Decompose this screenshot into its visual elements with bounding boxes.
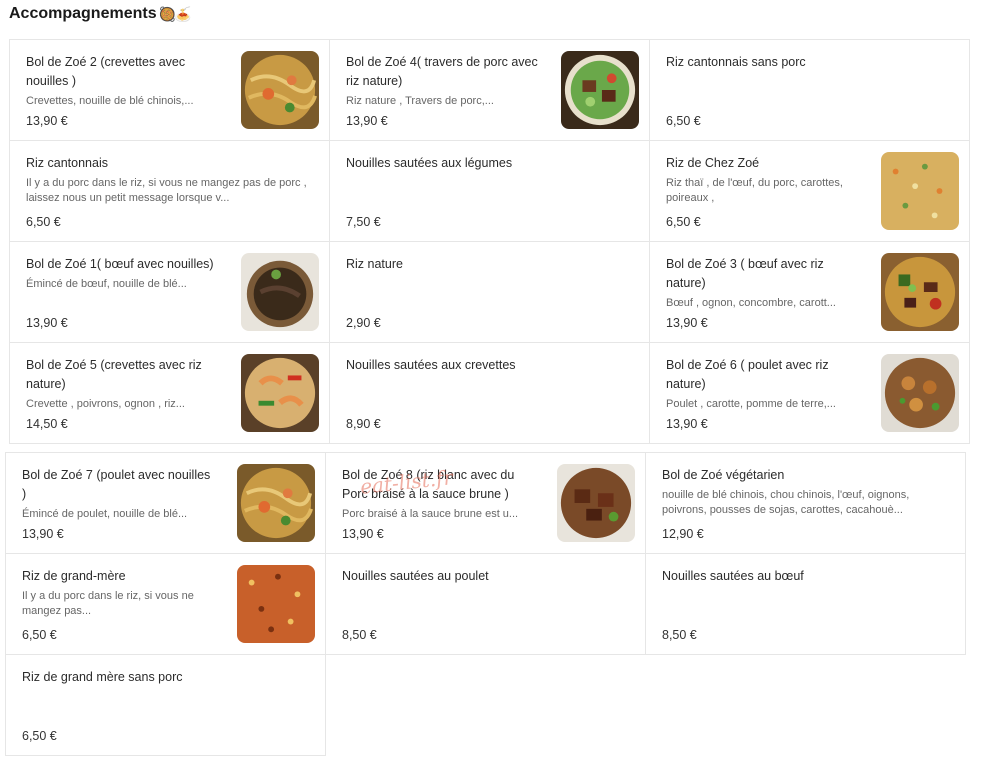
menu-item-name: Riz nature [346, 257, 403, 271]
menu-item-name: Nouilles sautées au bœuf [662, 569, 804, 583]
menu-item-price: 13,90 € [26, 316, 68, 330]
menu-item-price: 6,50 € [22, 729, 57, 743]
menu-item-price: 6,50 € [666, 215, 701, 229]
menu-item-price: 2,90 € [346, 316, 381, 330]
menu-item-photo[interactable] [881, 152, 959, 230]
menu-item-description: Crevettes, nouille de blé chinois,... [26, 95, 194, 107]
menu-item-riz-nature[interactable]: Riz nature 2,90 € [330, 242, 650, 343]
menu-item-text: Nouilles sautées au bœuf [662, 567, 949, 586]
menu-item-description: Riz thaï , de l'œuf, du porc, carottes, … [666, 177, 843, 204]
menu-item-name: Nouilles sautées au poulet [342, 569, 489, 583]
menu-item-bol-de-zoe-2-crevettes-avec-nouilles[interactable]: Bol de Zoé 2 (crevettes avec nouilles ) C… [10, 40, 330, 141]
menu-item-text: Nouilles sautées aux crevettes [346, 356, 633, 375]
menu-item-name: Bol de Zoé 7 (poulet avec nouilles ) [22, 468, 211, 501]
menu-item-name: Riz cantonnais [26, 156, 108, 170]
menu-item-text: Bol de Zoé végétarien nouille de blé chin… [662, 466, 949, 518]
menu-item-price: 8,50 € [342, 628, 377, 642]
menu-item-price: 6,50 € [666, 114, 701, 128]
menu-item-nouilles-sautees-aux-crevettes[interactable]: Nouilles sautées aux crevettes 8,90 € [330, 343, 650, 444]
menu-item-price: 6,50 € [26, 215, 61, 229]
menu-item-bol-de-zoe-vegetarien[interactable]: Bol de Zoé végétarien nouille de blé chin… [646, 453, 966, 554]
menu-item-description: Émincé de bœuf, nouille de blé... [26, 278, 187, 290]
menu-item-photo[interactable] [561, 51, 639, 129]
menu-item-bol-de-zoe-4-travers-de-porc-avec-riz-na[interactable]: Bol de Zoé 4( travers de porc avec riz n… [330, 40, 650, 141]
menu-item-photo[interactable] [241, 253, 319, 331]
menu-item-bol-de-zoe-8-riz-blanc-avec-du-porc-brai[interactable]: Bol de Zoé 8 (riz blanc avec du Porc bra… [326, 453, 646, 554]
menu-item-name: Bol de Zoé 2 (crevettes avec nouilles ) [26, 55, 186, 88]
menu-item-nouilles-sautees-au-poulet[interactable]: Nouilles sautées au poulet 8,50 € [326, 554, 646, 655]
menu-item-bol-de-zoe-7-poulet-avec-nouilles[interactable]: Bol de Zoé 7 (poulet avec nouilles ) Émin… [6, 453, 326, 554]
menu-item-description: Bœuf , ognon, concombre, carott... [666, 297, 836, 309]
menu-item-photo[interactable] [881, 253, 959, 331]
menu-item-price: 13,90 € [342, 527, 384, 541]
menu-item-price: 13,90 € [666, 316, 708, 330]
menu-item-price: 6,50 € [22, 628, 57, 642]
menu-item-bol-de-zoe-1-b-uf-avec-nouilles[interactable]: Bol de Zoé 1( bœuf avec nouilles) Émincé … [10, 242, 330, 343]
menu-item-description: Crevette , poivrons, ognon , riz... [26, 398, 185, 410]
menu-item-price: 13,90 € [22, 527, 64, 541]
section-title-text: Accompagnements [9, 5, 157, 22]
menu-item-description: Poulet , carotte, pomme de terre,... [666, 398, 836, 410]
menu-item-price: 13,90 € [346, 114, 388, 128]
menu-item-name: Bol de Zoé 3 ( bœuf avec riz nature) [666, 257, 824, 290]
menu-item-price: 8,50 € [662, 628, 697, 642]
menu-item-description: Émincé de poulet, nouille de blé... [22, 508, 188, 520]
menu-item-text: Riz de grand mère sans porc [22, 668, 309, 687]
menu-item-text: Riz cantonnais Il y a du porc dans le riz… [26, 154, 313, 206]
menu-item-bol-de-zoe-6-poulet-avec-riz-nature[interactable]: Bol de Zoé 6 ( poulet avec riz nature) Po… [650, 343, 970, 444]
menu-item-riz-cantonnais-sans-porc[interactable]: Riz cantonnais sans porc 6,50 € [650, 40, 970, 141]
menu-item-name: Nouilles sautées aux crevettes [346, 358, 516, 372]
menu-item-photo[interactable] [237, 565, 315, 643]
menu-item-bol-de-zoe-5-crevettes-avec-riz-nature[interactable]: Bol de Zoé 5 (crevettes avec riz nature)… [10, 343, 330, 444]
menu-item-photo[interactable] [241, 51, 319, 129]
menu-item-description: Il y a du porc dans le riz, si vous ne m… [22, 590, 194, 617]
menu-item-photo[interactable] [241, 354, 319, 432]
menu-item-description: Il y a du porc dans le riz, si vous ne m… [26, 177, 307, 204]
menu-item-name: Bol de Zoé 1( bœuf avec nouilles) [26, 257, 214, 271]
menu-item-price: 13,90 € [26, 114, 68, 128]
menu-item-photo[interactable] [557, 464, 635, 542]
section-emoji: 🥘🍝 [158, 5, 192, 22]
menu-item-price: 12,90 € [662, 527, 704, 541]
menu-item-name: Riz de Chez Zoé [666, 156, 760, 170]
menu-item-photo[interactable] [237, 464, 315, 542]
menu-item-name: Riz de grand mère sans porc [22, 670, 183, 684]
menu-item-riz-cantonnais[interactable]: Riz cantonnais Il y a du porc dans le riz… [10, 141, 330, 242]
menu-item-price: 7,50 € [346, 215, 381, 229]
menu-item-name: Bol de Zoé 4( travers de porc avec riz n… [346, 55, 538, 88]
menu-item-riz-de-grand-mere[interactable]: Riz de grand-mère Il y a du porc dans le … [6, 554, 326, 655]
menu-item-text: Riz cantonnais sans porc [666, 53, 953, 72]
menu-item-riz-de-chez-zoe[interactable]: Riz de Chez Zoé Riz thaï , de l'œuf, du p… [650, 141, 970, 242]
menu-item-name: Bol de Zoé 6 ( poulet avec riz nature) [666, 358, 829, 391]
menu-item-description: Porc braisé à la sauce brune est u... [342, 508, 519, 520]
menu-item-photo[interactable] [881, 354, 959, 432]
menu-item-name: Bol de Zoé végétarien [662, 468, 785, 482]
menu-item-description: Riz nature , Travers de porc,... [346, 95, 494, 107]
menu-item-name: Riz cantonnais sans porc [666, 55, 806, 69]
menu-item-name: Nouilles sautées aux légumes [346, 156, 513, 170]
menu-item-price: 14,50 € [26, 417, 68, 431]
menu-grid-bottom: Bol de Zoé 7 (poulet avec nouilles ) Émin… [5, 452, 966, 756]
menu-item-text: Nouilles sautées aux légumes [346, 154, 633, 173]
menu-item-riz-de-grand-mere-sans-porc[interactable]: Riz de grand mère sans porc 6,50 € [6, 655, 326, 756]
menu-item-price: 8,90 € [346, 417, 381, 431]
menu-item-description: nouille de blé chinois, chou chinois, l'… [662, 489, 910, 516]
menu-item-nouilles-sautees-au-b-uf[interactable]: Nouilles sautées au bœuf 8,50 € [646, 554, 966, 655]
menu-item-name: Bol de Zoé 5 (crevettes avec riz nature) [26, 358, 202, 391]
menu-item-text: Riz nature [346, 255, 633, 274]
menu-grid-top: Bol de Zoé 2 (crevettes avec nouilles ) C… [9, 39, 970, 444]
menu-item-bol-de-zoe-3-b-uf-avec-riz-nature[interactable]: Bol de Zoé 3 ( bœuf avec riz nature) Bœuf… [650, 242, 970, 343]
menu-item-name: Riz de grand-mère [22, 569, 126, 583]
menu-item-price: 13,90 € [666, 417, 708, 431]
menu-item-nouilles-sautees-aux-legumes[interactable]: Nouilles sautées aux légumes 7,50 € [330, 141, 650, 242]
menu-item-text: Nouilles sautées au poulet [342, 567, 629, 586]
section-title: Accompagnements 🥘🍝 [9, 5, 192, 23]
